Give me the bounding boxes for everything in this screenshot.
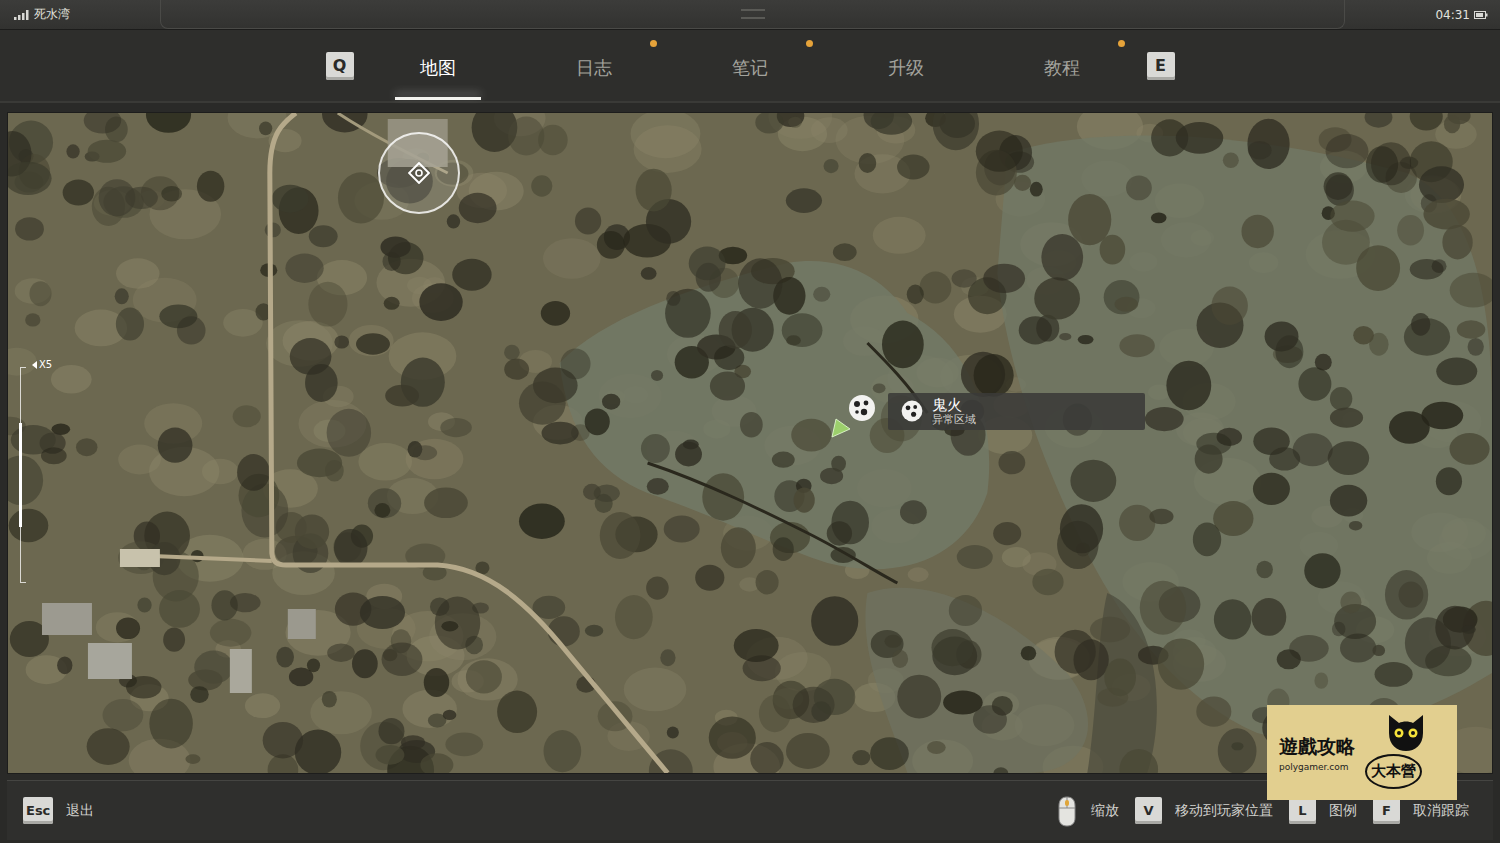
hint-key: L <box>1289 797 1316 824</box>
status-bar: 死水湾 04:31 <box>0 0 1500 30</box>
anomaly-marker[interactable] <box>847 393 877 423</box>
tab[interactable]: 地图 <box>360 29 516 102</box>
tab[interactable]: 升级 <box>828 29 984 102</box>
map-screen: 死水湾 04:31 Q 地图 日志 笔记 升级 教程 E 鬼火异常区域 X5 Esc 退出 缩放 V 移动到玩… <box>0 0 1500 843</box>
status-location: 死水湾 <box>14 6 70 23</box>
zoom-value: X5 <box>39 359 52 370</box>
zoom-track <box>20 367 26 583</box>
status-clock: 04:31 <box>1435 8 1488 22</box>
tab-label: 地图 <box>420 52 456 80</box>
cat-icon <box>1383 711 1429 753</box>
watermark-url: polygamer.com <box>1279 762 1355 772</box>
hint[interactable]: L 图例 <box>1289 797 1357 824</box>
player-marker <box>830 417 852 439</box>
hint-label: 取消跟踪 <box>1413 802 1469 820</box>
tooltip-subtitle: 异常区域 <box>932 414 976 426</box>
tab-label: 教程 <box>1044 52 1080 80</box>
watermark: 遊戲攻略 polygamer.com 大本營 <box>1267 705 1457 800</box>
watermark-name: 大本營 <box>1365 754 1422 789</box>
notification-dot <box>650 40 657 47</box>
zoom-scale[interactable]: X5 <box>18 359 78 587</box>
status-frame <box>160 0 1345 29</box>
tab-label: 升级 <box>888 52 924 80</box>
waypoint-marker[interactable] <box>378 132 460 214</box>
hint-label: 图例 <box>1329 802 1357 820</box>
anomaly-icon <box>847 393 877 423</box>
notification-dot <box>1118 40 1125 47</box>
hint[interactable]: Esc 退出 <box>23 797 94 824</box>
zoom-label: X5 <box>32 359 52 370</box>
next-tab-key[interactable]: E <box>1147 52 1175 80</box>
hint-key: Esc <box>23 797 53 824</box>
tab-label: 笔记 <box>732 52 768 80</box>
map-view[interactable]: 鬼火异常区域 X5 <box>7 112 1493 774</box>
hint[interactable]: F 取消跟踪 <box>1373 797 1469 824</box>
tab[interactable]: 教程 <box>984 29 1140 102</box>
marker-tooltip: 鬼火异常区域 <box>888 393 1145 430</box>
hint-group-left: Esc 退出 <box>23 797 94 824</box>
zoom-thumb[interactable] <box>19 423 22 527</box>
tab[interactable]: 笔记 <box>672 29 828 102</box>
tab-label: 日志 <box>576 52 612 80</box>
hint[interactable]: 缩放 <box>1056 794 1119 828</box>
waypoint-icon <box>408 162 430 184</box>
watermark-text: 遊戲攻略 polygamer.com <box>1279 734 1355 772</box>
hint-key: F <box>1373 797 1400 824</box>
signal-icon <box>14 10 30 20</box>
hint-label: 移动到玩家位置 <box>1175 802 1273 820</box>
mouse-icon <box>1056 794 1078 828</box>
hint[interactable]: V 移动到玩家位置 <box>1135 797 1273 824</box>
hint-key: V <box>1135 797 1162 824</box>
notification-dot <box>806 40 813 47</box>
battery-icon <box>1474 11 1488 19</box>
prev-tab-key[interactable]: Q <box>326 52 354 80</box>
clock-time: 04:31 <box>1435 8 1470 22</box>
player-arrow-icon <box>830 417 852 439</box>
satellite-map <box>8 113 1492 773</box>
watermark-title: 遊戲攻略 <box>1279 734 1355 760</box>
frame-grip <box>741 9 765 19</box>
zoom-pointer-icon <box>32 361 37 369</box>
tab[interactable]: 日志 <box>516 29 672 102</box>
hint-label: 退出 <box>66 802 94 820</box>
tab-underline <box>395 97 481 100</box>
location-name: 死水湾 <box>34 6 70 23</box>
tooltip-title: 鬼火 <box>932 397 976 414</box>
watermark-badge: 大本營 <box>1357 711 1429 795</box>
anomaly-icon <box>900 399 924 423</box>
hint-label: 缩放 <box>1091 802 1119 820</box>
tooltip-text: 鬼火异常区域 <box>932 397 976 426</box>
tab-bar: Q 地图 日志 笔记 升级 教程 E <box>0 30 1500 103</box>
